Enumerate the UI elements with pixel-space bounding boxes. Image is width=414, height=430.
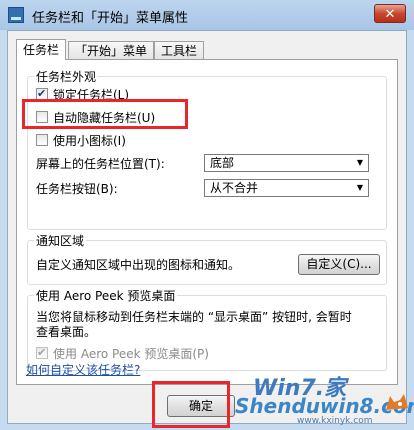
customize-button[interactable]: 自定义(C)... [298, 254, 380, 275]
small-icons-label: 使用小图标(I) [53, 134, 126, 148]
aero-peek-group: 使用 Aero Peek 预览桌面 当您将鼠标移动到任务栏末端的 “显示桌面” … [27, 287, 387, 371]
taskbar-buttons-label: 任务栏按钮(B): [36, 182, 118, 196]
aero-peek-group-title: 使用 Aero Peek 预览桌面 [34, 287, 178, 304]
aero-peek-checkbox-label: 使用 Aero Peek 预览桌面(P) [53, 347, 209, 361]
checkbox-checked-icon[interactable] [36, 345, 48, 361]
watermark-url: www.kxinyk.com [297, 416, 373, 426]
aero-peek-description-line2: 查看桌面。 [36, 325, 97, 339]
taskbar-buttons-value: 从不合并 [210, 181, 259, 195]
appearance-group-title: 任务栏外观 [34, 68, 99, 85]
properties-window: 任务栏和「开始」菜单属性 ✕ 任务栏 「开始」菜单 工具栏 任务栏外观 锁定任务… [0, 0, 414, 430]
notification-description: 自定义通知区域中出现的图标和通知。 [36, 258, 241, 272]
notification-area-group: 通知区域 自定义通知区域中出现的图标和通知。 自定义(C)... [27, 232, 387, 285]
highlight-box-autohide [22, 99, 188, 129]
dialog-client-area: 任务栏 「开始」菜单 工具栏 任务栏外观 锁定任务栏(L) 自动隐藏任务栏(U)… [7, 30, 407, 424]
taskbar-buttons-select[interactable]: 从不合并 ▼ [204, 179, 369, 197]
tab-taskbar[interactable]: 任务栏 [16, 39, 67, 60]
taskbar-position-label: 屏幕上的任务栏位置(T): [36, 157, 165, 171]
notification-group-title: 通知区域 [34, 232, 87, 249]
chevron-down-icon: ▼ [356, 183, 364, 192]
fox-icon [386, 394, 408, 410]
chevron-down-icon: ▼ [356, 158, 364, 167]
customize-taskbar-help-link[interactable]: 如何自定义该任务栏? [26, 361, 140, 378]
site-watermark: Win7.家 Shenduwin8.com www.kxinyk.com [235, 368, 414, 426]
close-button[interactable]: ✕ [374, 4, 406, 23]
tab-toolbars[interactable]: 工具栏 [154, 41, 205, 59]
tab-start-menu[interactable]: 「开始」菜单 [68, 41, 155, 59]
title-bar[interactable]: 任务栏和「开始」菜单属性 ✕ [0, 0, 414, 30]
taskbar-position-select[interactable]: 底部 ▼ [204, 154, 369, 172]
highlight-box-ok [152, 381, 230, 428]
window-title: 任务栏和「开始」菜单属性 [32, 11, 189, 26]
checkbox-unchecked-icon[interactable] [36, 134, 48, 146]
taskbar-position-value: 底部 [210, 156, 235, 170]
taskbar-app-icon [8, 7, 24, 23]
